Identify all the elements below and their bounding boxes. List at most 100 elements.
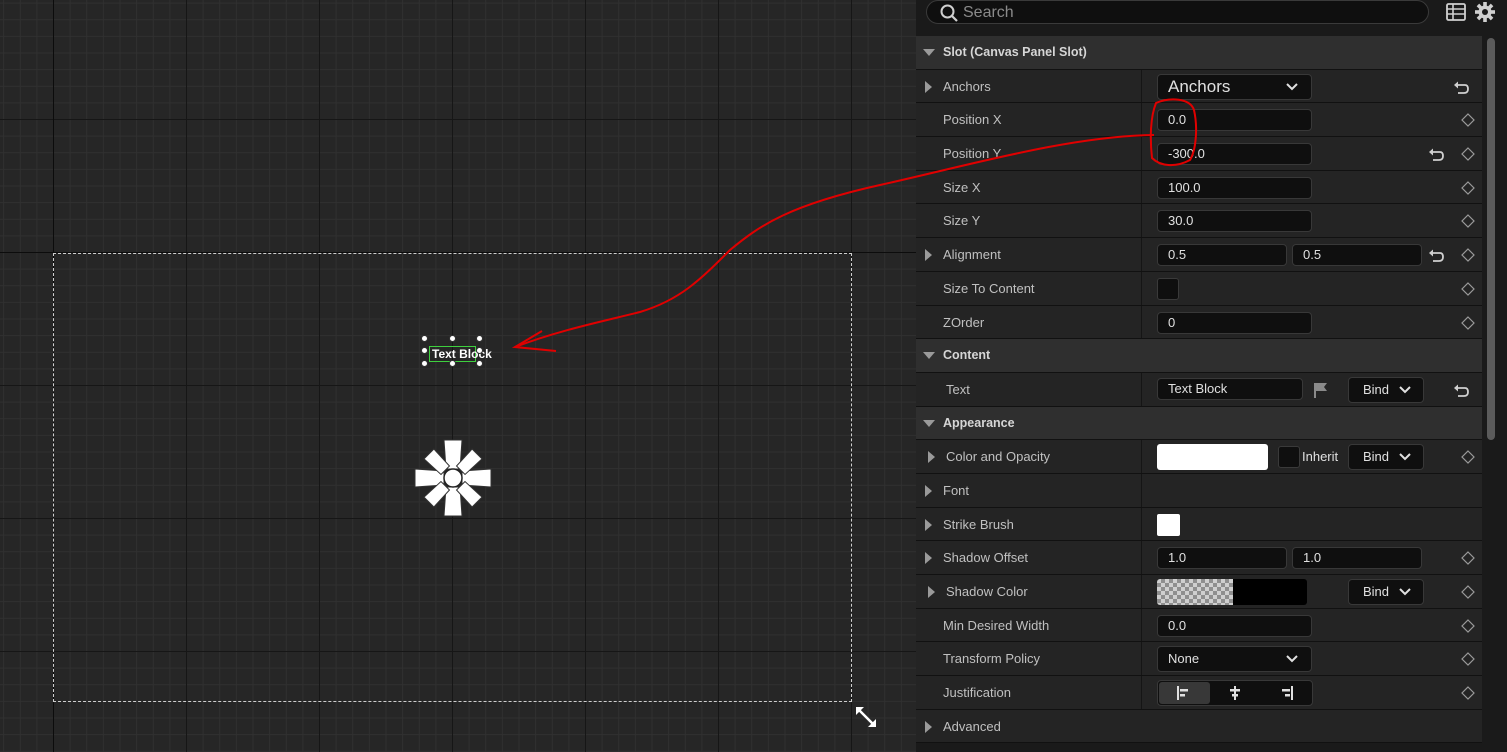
chevron-down-icon (1399, 588, 1411, 596)
strike-brush-swatch[interactable] (1157, 513, 1180, 536)
resize-handle-top-left[interactable] (421, 335, 428, 342)
prop-color-opacity-label: Color and Opacity (946, 449, 1051, 465)
section-slot[interactable]: Slot (Canvas Panel Slot) (916, 36, 1482, 70)
expand-arrow-icon[interactable] (925, 249, 932, 262)
expand-arrow-icon[interactable] (925, 720, 932, 733)
search-input[interactable] (961, 2, 1405, 24)
resize-handle-bottom[interactable] (449, 360, 456, 367)
justification-segmented-control (1157, 680, 1313, 707)
localization-flag-icon[interactable] (1312, 381, 1330, 399)
keyframe-diamond-icon[interactable] (1461, 281, 1475, 296)
prop-size-x-label: Size X (943, 179, 981, 195)
prop-justification: Justification (916, 676, 1482, 710)
justify-center-button[interactable] (1210, 682, 1261, 704)
keyframe-diamond-icon[interactable] (1461, 180, 1475, 195)
size-to-content-checkbox[interactable] (1157, 277, 1179, 300)
keyframe-diamond-icon[interactable] (1461, 248, 1475, 262)
prop-position-x: Position X 0.0 (916, 103, 1482, 138)
anchor-flower-icon[interactable] (413, 438, 493, 518)
alpha-checker-pattern (1157, 579, 1233, 605)
align-right-icon (1282, 686, 1293, 701)
shadow-offset-y-input[interactable]: 1.0 (1292, 547, 1422, 570)
zorder-input[interactable]: 0 (1157, 311, 1312, 334)
align-center-icon (1230, 686, 1240, 701)
expand-arrow-icon[interactable] (928, 451, 935, 464)
transform-policy-dropdown[interactable]: None (1157, 646, 1312, 673)
prop-advanced-label: Advanced (943, 718, 1001, 734)
property-matrix-icon[interactable] (1446, 3, 1466, 21)
resize-handle-left[interactable] (421, 347, 428, 354)
keyframe-diamond-icon[interactable] (1461, 315, 1475, 330)
reset-to-default-icon[interactable] (1453, 80, 1469, 94)
expand-arrow-icon[interactable] (925, 80, 932, 93)
keyframe-diamond-icon[interactable] (1461, 214, 1475, 229)
search-bar (916, 0, 1507, 35)
scrollbar-thumb[interactable] (1487, 38, 1495, 440)
section-content-label: Content (943, 348, 991, 363)
screen-resize-icon[interactable] (853, 704, 879, 730)
expand-arrow-icon[interactable] (928, 586, 935, 598)
property-list: Slot (Canvas Panel Slot) Anchors Anchors… (916, 36, 1482, 744)
resize-handle-top[interactable] (449, 335, 456, 342)
anchors-dropdown[interactable]: Anchors (1157, 73, 1312, 100)
details-panel: Slot (Canvas Panel Slot) Anchors Anchors… (916, 0, 1507, 752)
position-x-input[interactable]: 0.0 (1157, 109, 1312, 132)
section-content[interactable]: Content (916, 339, 1482, 373)
color-bind-button[interactable]: Bind (1348, 444, 1424, 471)
keyframe-diamond-icon[interactable] (1461, 686, 1475, 700)
size-x-input[interactable]: 100.0 (1157, 176, 1312, 199)
transform-policy-value: None (1168, 651, 1200, 667)
reset-to-default-icon[interactable] (1453, 383, 1469, 397)
keyframe-diamond-icon[interactable] (1461, 551, 1475, 566)
prop-size-y: Size Y 30.0 (916, 204, 1482, 239)
prop-min-desired-width-label: Min Desired Width (943, 617, 1050, 633)
position-y-input[interactable]: -300.0 (1157, 143, 1312, 166)
collapse-arrow-icon (923, 419, 935, 427)
chevron-down-icon (1399, 386, 1411, 394)
text-input[interactable]: Text Block (1157, 377, 1303, 400)
resize-handle-right[interactable] (476, 347, 483, 354)
chevron-down-icon (1286, 82, 1298, 91)
gear-icon[interactable] (1474, 1, 1496, 23)
reset-to-default-icon[interactable] (1428, 248, 1444, 263)
text-bind-button[interactable]: Bind (1348, 376, 1424, 403)
min-desired-width-input[interactable]: 0.0 (1157, 614, 1312, 637)
shadow-bind-button[interactable]: Bind (1348, 579, 1424, 605)
designer-canvas[interactable]: Text Block (0, 0, 916, 752)
shadow-offset-x-input[interactable]: 1.0 (1157, 547, 1287, 570)
prop-size-x: Size X 100.0 (916, 170, 1482, 205)
inherit-checkbox[interactable] (1278, 446, 1300, 469)
prop-min-desired-width: Min Desired Width 0.0 (916, 608, 1482, 643)
chevron-down-icon (1399, 453, 1411, 461)
size-y-input[interactable]: 30.0 (1157, 210, 1312, 233)
keyframe-diamond-icon[interactable] (1461, 652, 1475, 667)
expand-arrow-icon[interactable] (925, 484, 932, 497)
expand-arrow-icon[interactable] (925, 518, 932, 531)
section-slot-label: Slot (Canvas Panel Slot) (943, 45, 1087, 59)
alignment-y-input[interactable]: 0.5 (1292, 244, 1422, 267)
keyframe-diamond-icon[interactable] (1461, 585, 1475, 599)
chevron-down-icon (1286, 655, 1298, 663)
prop-justification-label: Justification (943, 685, 1011, 701)
prop-alignment-label: Alignment (943, 247, 1001, 263)
shadow-color-swatch[interactable] (1157, 579, 1307, 605)
keyframe-diamond-icon[interactable] (1461, 113, 1475, 128)
reset-to-default-icon[interactable] (1428, 147, 1444, 161)
keyframe-diamond-icon[interactable] (1461, 147, 1475, 161)
prop-color-opacity: Color and Opacity Inherit Bind (916, 440, 1482, 474)
search-box[interactable] (926, 0, 1429, 24)
keyframe-diamond-icon[interactable] (1461, 618, 1475, 633)
justify-left-button[interactable] (1159, 682, 1210, 705)
color-opacity-swatch[interactable] (1157, 444, 1268, 471)
resize-handle-top-right[interactable] (476, 335, 483, 342)
prop-shadow-color: Shadow Color Bind (916, 575, 1482, 609)
prop-size-to-content: Size To Content (916, 271, 1482, 306)
resize-handle-bottom-right[interactable] (476, 360, 483, 367)
keyframe-diamond-icon[interactable] (1461, 450, 1475, 465)
resize-handle-bottom-left[interactable] (421, 360, 428, 367)
alignment-x-input[interactable]: 0.5 (1157, 244, 1287, 267)
justify-right-button[interactable] (1261, 682, 1312, 704)
expand-arrow-icon[interactable] (925, 552, 932, 565)
prop-zorder-label: ZOrder (943, 314, 985, 330)
section-appearance[interactable]: Appearance (916, 406, 1482, 441)
